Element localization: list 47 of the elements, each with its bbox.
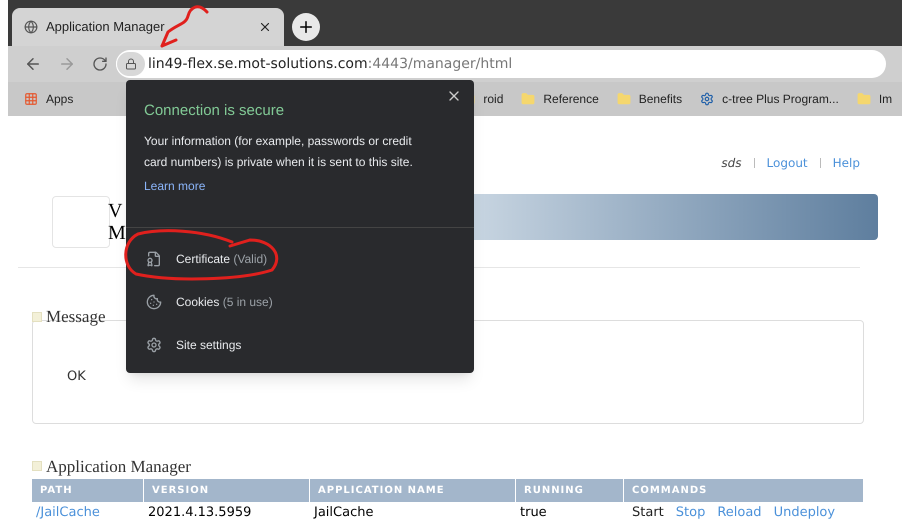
plus-icon	[297, 18, 315, 36]
table-cell-text: JailCache	[312, 504, 374, 522]
popup-menu-item[interactable]: Certificate (Valid)	[126, 238, 474, 280]
bookmark[interactable]: Reference	[521, 90, 599, 108]
bookmark[interactable]: Im	[856, 90, 892, 108]
bookmark[interactable]: c-tree Plus Program...	[700, 90, 839, 108]
folder-icon	[856, 92, 871, 106]
lock-icon[interactable]	[116, 51, 146, 77]
column-header: PATH	[32, 479, 144, 502]
folder-icon	[521, 92, 536, 106]
reload-icon[interactable]	[92, 56, 108, 72]
section-title: Message	[46, 306, 106, 328]
user-name: sds	[721, 155, 742, 172]
apps-grid-icon	[24, 92, 38, 106]
browser-tab[interactable]: Application Manager	[12, 8, 284, 46]
section-marker-icon	[32, 461, 42, 472]
table-cell-text: 2021.4.13.5959	[147, 504, 252, 522]
popup-menu-item[interactable]: Cookies (5 in use)	[126, 280, 474, 324]
address-bar[interactable]: lin49-flex.se.mot-solutions.com:4443/manager/html	[116, 50, 886, 78]
certificate-icon	[146, 251, 162, 267]
column-header: COMMANDS	[624, 479, 864, 502]
cookie-icon	[146, 294, 162, 310]
message-text: OK	[67, 368, 86, 386]
settings-icon	[146, 337, 162, 353]
section-marker-icon	[32, 312, 42, 322]
column-header: VERSION	[144, 479, 310, 502]
bookmark[interactable]: Benefits	[616, 90, 682, 108]
bookmark[interactable]: Apps	[24, 90, 74, 108]
popup-text: Your information (for example, passwords or credit card numbers) is private when it is sent to this site.	[144, 132, 414, 170]
column-header: APPLICATION NAME	[310, 479, 516, 502]
logo-placeholder	[52, 196, 110, 248]
gear-icon	[700, 92, 714, 106]
popup-menu-item[interactable]: Site settings	[126, 324, 474, 366]
new-tab-button[interactable]	[292, 13, 320, 41]
command-link: Start	[632, 504, 664, 522]
section-title: Application Manager	[46, 456, 191, 478]
tab-title: Application Manager	[46, 18, 166, 36]
header-title: M	[108, 222, 126, 244]
folder-icon	[616, 92, 631, 106]
column-header: RUNNING	[516, 479, 624, 502]
table-cell-text: true	[519, 504, 548, 522]
globe-icon	[24, 20, 38, 34]
close-icon[interactable]	[258, 20, 272, 34]
header-title: V	[108, 200, 124, 222]
popup-title: Connection is secure	[144, 101, 286, 121]
url-text: lin49-flex.se.mot-solutions.com:4443/manager/html	[148, 54, 512, 74]
learn-more-link[interactable]: Learn more	[144, 176, 456, 194]
